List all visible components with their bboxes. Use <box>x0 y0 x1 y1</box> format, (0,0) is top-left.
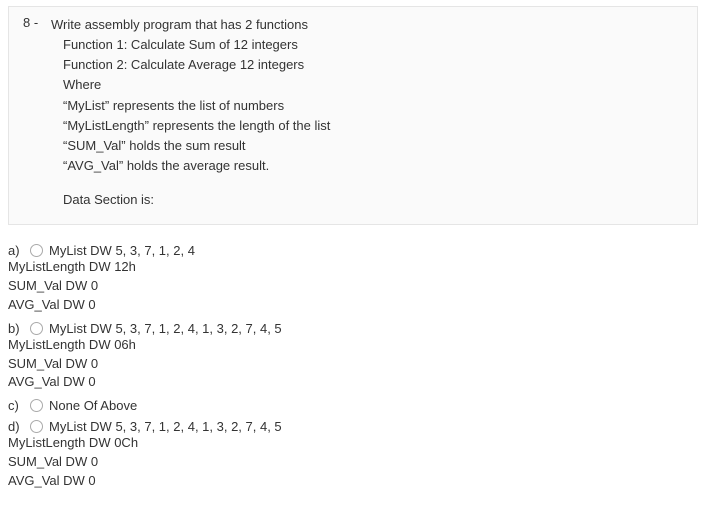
stem-line: “MyList” represents the list of numbers <box>63 96 330 116</box>
radio-c[interactable] <box>30 399 43 412</box>
option-line: SUM_Val DW 0 <box>8 355 698 374</box>
option-d: d) MyList DW 5, 3, 7, 1, 2, 4, 1, 3, 2, … <box>8 419 698 491</box>
option-first-line: MyList DW 5, 3, 7, 1, 2, 4 <box>49 243 195 258</box>
option-line: AVG_Val DW 0 <box>8 472 698 491</box>
option-line: AVG_Val DW 0 <box>8 373 698 392</box>
option-letter: d) <box>8 419 24 434</box>
option-body: MyListLength DW 0Ch SUM_Val DW 0 AVG_Val… <box>8 434 698 491</box>
option-first-line: None Of Above <box>49 398 137 413</box>
question-stem: Write assembly program that has 2 functi… <box>51 15 330 210</box>
question-number: 8 - <box>23 15 51 210</box>
stem-line: Function 2: Calculate Average 12 integer… <box>63 55 330 75</box>
stem-line: Function 1: Calculate Sum of 12 integers <box>63 35 330 55</box>
option-line: SUM_Val DW 0 <box>8 453 698 472</box>
option-line: SUM_Val DW 0 <box>8 277 698 296</box>
option-letter: c) <box>8 398 24 413</box>
option-body: MyListLength DW 12h SUM_Val DW 0 AVG_Val… <box>8 258 698 315</box>
option-c: c) None Of Above <box>8 398 698 413</box>
stem-line: Where <box>63 75 330 95</box>
option-line: MyListLength DW 0Ch <box>8 434 698 453</box>
option-letter: b) <box>8 321 24 336</box>
stem-line: “AVG_Val” holds the average result. <box>63 156 330 176</box>
radio-a[interactable] <box>30 244 43 257</box>
option-line: AVG_Val DW 0 <box>8 296 698 315</box>
radio-d[interactable] <box>30 420 43 433</box>
option-body: MyListLength DW 06h SUM_Val DW 0 AVG_Val… <box>8 336 698 393</box>
option-line: MyListLength DW 06h <box>8 336 698 355</box>
option-b: b) MyList DW 5, 3, 7, 1, 2, 4, 1, 3, 2, … <box>8 321 698 393</box>
radio-b[interactable] <box>30 322 43 335</box>
option-letter: a) <box>8 243 24 258</box>
data-section-label: Data Section is: <box>63 190 330 210</box>
stem-line: “MyListLength” represents the length of … <box>63 116 330 136</box>
answer-options: a) MyList DW 5, 3, 7, 1, 2, 4 MyListLeng… <box>0 225 706 491</box>
stem-line: Write assembly program that has 2 functi… <box>51 15 330 35</box>
option-first-line: MyList DW 5, 3, 7, 1, 2, 4, 1, 3, 2, 7, … <box>49 321 282 336</box>
stem-line: “SUM_Val” holds the sum result <box>63 136 330 156</box>
question-box: 8 - Write assembly program that has 2 fu… <box>8 6 698 225</box>
option-first-line: MyList DW 5, 3, 7, 1, 2, 4, 1, 3, 2, 7, … <box>49 419 282 434</box>
option-line: MyListLength DW 12h <box>8 258 698 277</box>
option-a: a) MyList DW 5, 3, 7, 1, 2, 4 MyListLeng… <box>8 243 698 315</box>
